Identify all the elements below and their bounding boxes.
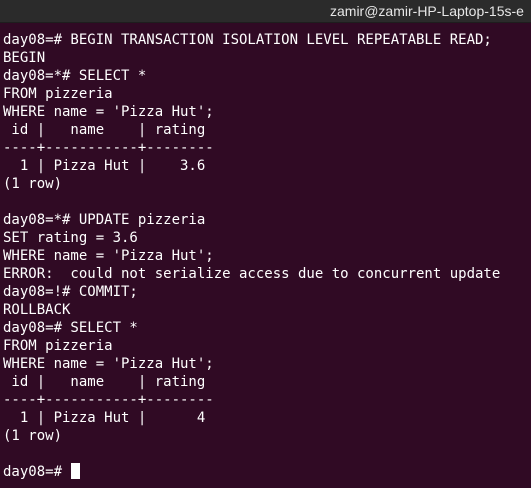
terminal-line: ----+-----------+-------- bbox=[3, 392, 214, 408]
terminal-line: day08=!# COMMIT; bbox=[3, 284, 138, 300]
terminal-line: 1 | Pizza Hut | 3.6 bbox=[3, 158, 206, 174]
terminal-line: WHERE name = 'Pizza Hut'; bbox=[3, 248, 214, 264]
terminal-window: zamir@zamir-HP-Laptop-15s-e day08=# BEGI… bbox=[0, 0, 531, 488]
terminal-line: day08=# SELECT * bbox=[3, 320, 138, 336]
terminal-line: (1 row) bbox=[3, 176, 63, 192]
terminal-output[interactable]: day08=# BEGIN TRANSACTION ISOLATION LEVE… bbox=[0, 31, 531, 488]
terminal-line: WHERE name = 'Pizza Hut'; bbox=[3, 104, 214, 120]
title-bar[interactable]: zamir@zamir-HP-Laptop-15s-e bbox=[0, 0, 531, 23]
terminal-line: 1 | Pizza Hut | 4 bbox=[3, 410, 206, 426]
terminal-line: id | name | rating bbox=[3, 122, 206, 138]
terminal-line: FROM pizzeria bbox=[3, 86, 113, 102]
terminal-line: id | name | rating bbox=[3, 374, 206, 390]
terminal-line: ROLLBACK bbox=[3, 302, 71, 318]
window-title: zamir@zamir-HP-Laptop-15s-e bbox=[330, 3, 524, 19]
terminal-line: day08=# BEGIN TRANSACTION ISOLATION LEVE… bbox=[3, 32, 492, 48]
terminal-line: day08=*# UPDATE pizzeria bbox=[3, 212, 206, 228]
shell-prompt: day08=# bbox=[3, 464, 71, 480]
terminal-line: ERROR: could not serialize access due to… bbox=[3, 266, 501, 282]
terminal-line: SET rating = 3.6 bbox=[3, 230, 138, 246]
text-cursor bbox=[71, 463, 81, 479]
terminal-line: BEGIN bbox=[3, 50, 46, 66]
prompt-line[interactable]: day08=# bbox=[3, 463, 531, 481]
terminal-line: ----+-----------+-------- bbox=[3, 140, 214, 156]
terminal-line: WHERE name = 'Pizza Hut'; bbox=[3, 356, 214, 372]
terminal-line: (1 row) bbox=[3, 428, 63, 444]
terminal-line: day08=*# SELECT * bbox=[3, 68, 147, 84]
terminal-line: FROM pizzeria bbox=[3, 338, 113, 354]
